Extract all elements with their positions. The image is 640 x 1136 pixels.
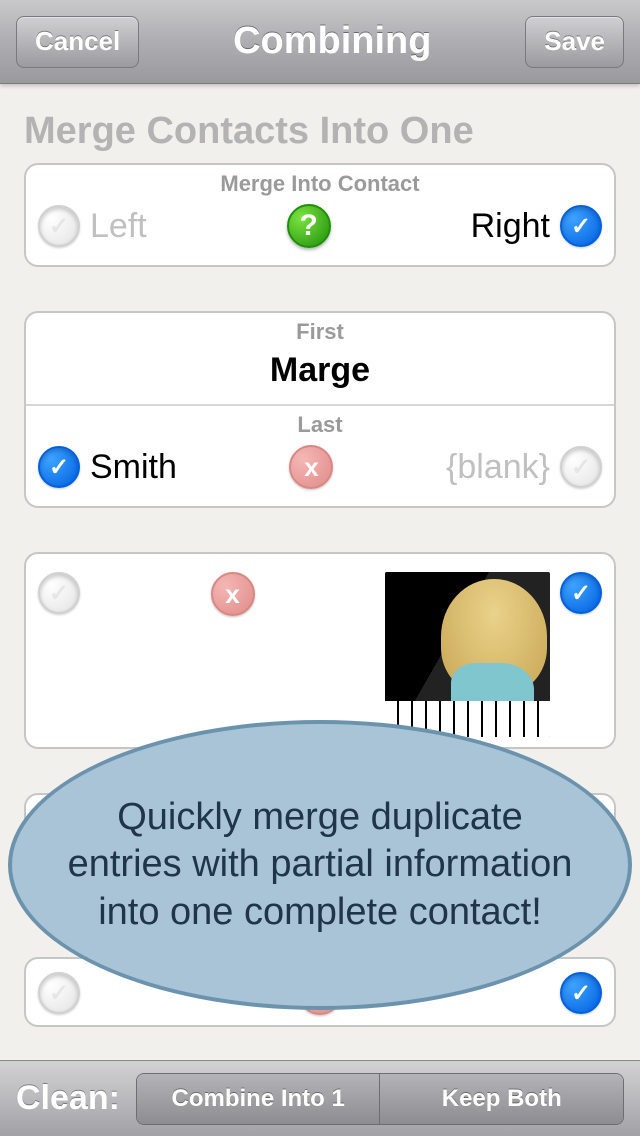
last-label: Last bbox=[26, 406, 614, 438]
merge-into-header: Merge Into Contact bbox=[26, 165, 614, 197]
contact-photo bbox=[385, 572, 550, 737]
promo-callout: Quickly merge duplicate entries with par… bbox=[8, 720, 632, 1010]
cancel-button[interactable]: Cancel bbox=[16, 16, 139, 68]
merge-into-card: Merge Into Contact ✓ Left ? Right ✓ bbox=[24, 163, 616, 267]
right-check[interactable]: ✓ bbox=[560, 205, 602, 247]
first-value: Marge bbox=[26, 345, 614, 404]
last-right-check[interactable]: ✓ bbox=[560, 446, 602, 488]
toolbar: Clean: Combine Into 1 Keep Both bbox=[0, 1060, 640, 1136]
photo-right-check[interactable]: ✓ bbox=[560, 572, 602, 614]
merge-right-label: Right bbox=[471, 207, 550, 246]
combine-button[interactable]: Combine Into 1 bbox=[137, 1074, 381, 1124]
page-title: Combining bbox=[233, 20, 431, 63]
delete-last-icon[interactable]: x bbox=[289, 445, 333, 489]
left-check[interactable]: ✓ bbox=[38, 205, 80, 247]
first-label: First bbox=[26, 313, 614, 345]
p2-left-check[interactable]: ✓ bbox=[38, 972, 80, 1014]
last-left-check[interactable]: ✓ bbox=[38, 446, 80, 488]
name-card: First Marge Last ✓ Smith x {blank} ✓ bbox=[24, 311, 616, 508]
delete-photo-icon[interactable]: x bbox=[211, 572, 255, 616]
toolbar-label: Clean: bbox=[16, 1079, 120, 1118]
toolbar-segment: Combine Into 1 Keep Both bbox=[136, 1073, 624, 1125]
navbar: Cancel Combining Save bbox=[0, 0, 640, 84]
merge-left-label: Left bbox=[90, 207, 147, 246]
p2-right-check[interactable]: ✓ bbox=[560, 972, 602, 1014]
promo-text: Quickly merge duplicate entries with par… bbox=[58, 794, 582, 937]
last-right-value: {blank} bbox=[446, 448, 550, 487]
help-icon[interactable]: ? bbox=[287, 204, 331, 248]
keep-both-button[interactable]: Keep Both bbox=[380, 1074, 623, 1124]
last-left-value: Smith bbox=[90, 448, 177, 487]
photo-left-check[interactable]: ✓ bbox=[38, 572, 80, 614]
section-title: Merge Contacts Into One bbox=[24, 110, 616, 153]
save-button[interactable]: Save bbox=[525, 16, 624, 68]
